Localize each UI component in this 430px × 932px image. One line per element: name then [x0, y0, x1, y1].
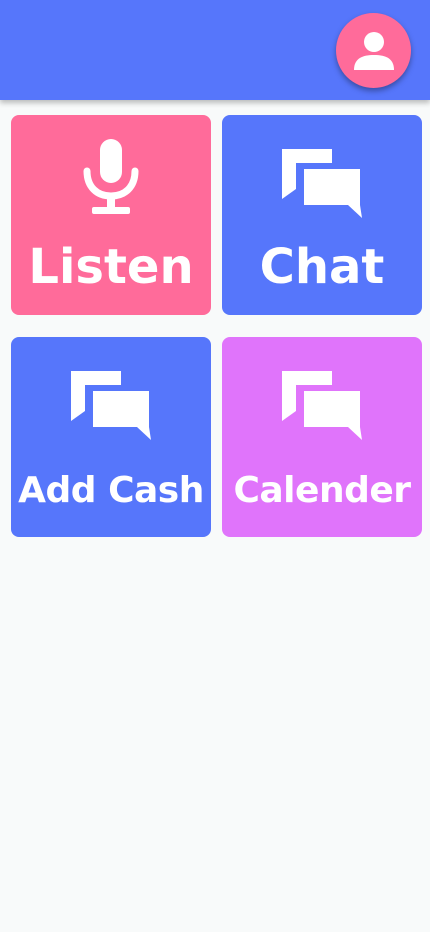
listen-tile[interactable]: Listen — [11, 115, 211, 315]
add-cash-label: Add Cash — [18, 470, 204, 511]
calender-label: Calender — [233, 470, 411, 511]
person-icon — [353, 31, 394, 70]
profile-avatar-button[interactable] — [336, 13, 411, 88]
chat-tile[interactable]: Chat — [222, 115, 422, 315]
chat-icon — [71, 371, 151, 440]
add-cash-tile[interactable]: Add Cash — [11, 337, 211, 537]
app-header — [0, 0, 430, 100]
chat-icon — [282, 371, 362, 440]
listen-label: Listen — [28, 239, 194, 295]
microphone-icon — [83, 139, 139, 214]
calender-tile[interactable]: Calender — [222, 337, 422, 537]
chat-icon — [282, 149, 362, 218]
chat-label: Chat — [259, 239, 385, 295]
